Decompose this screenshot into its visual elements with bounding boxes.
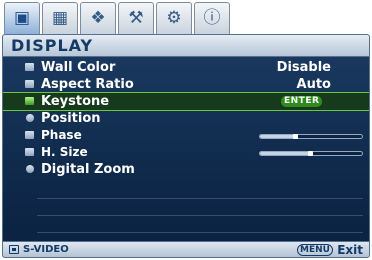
input-source-icon	[9, 245, 19, 254]
menu-item-wall-color[interactable]: Wall Color Disable	[3, 59, 369, 76]
menu-item-label: Keystone	[41, 94, 110, 109]
menu-item-value: Auto	[296, 77, 331, 92]
menu-key-hint[interactable]: MENU	[297, 244, 333, 256]
picture-icon: ▦	[51, 8, 69, 28]
tab-source[interactable]: ❖	[80, 2, 116, 34]
menu-item-label: H. Size	[41, 145, 88, 159]
menu-item-value: Disable	[276, 60, 331, 75]
page-title: DISPLAY	[11, 36, 94, 55]
divider	[37, 215, 363, 216]
slider-fill	[260, 152, 311, 155]
current-source: S-VIDEO	[23, 244, 69, 255]
digital-zoom-icon	[26, 165, 34, 173]
menu-item-aspect-ratio[interactable]: Aspect Ratio Auto	[3, 76, 369, 93]
tab-display[interactable]: ▣	[4, 2, 40, 34]
enter-button[interactable]: ENTER	[281, 96, 323, 107]
menu-item-label: Digital Zoom	[41, 162, 135, 177]
source-icon: ❖	[90, 8, 106, 28]
menu-panel: DISPLAY Wall Color Disable Aspect Ratio …	[2, 34, 370, 258]
display-icon: ▣	[13, 8, 31, 28]
exit-label[interactable]: Exit	[337, 243, 363, 257]
title-bar: DISPLAY	[3, 35, 369, 57]
menu-item-h-size[interactable]: H. Size	[3, 144, 369, 161]
h-size-icon	[25, 148, 34, 156]
slider-fill	[260, 135, 296, 138]
tab-picture[interactable]: ▦	[42, 2, 78, 34]
phase-icon	[25, 131, 34, 139]
wall-color-icon	[25, 63, 34, 71]
menu-item-label: Aspect Ratio	[41, 77, 134, 92]
status-bar: S-VIDEO MENU Exit	[3, 241, 369, 257]
divider	[37, 198, 363, 199]
divider	[37, 232, 363, 233]
menu-item-digital-zoom[interactable]: Digital Zoom	[3, 161, 369, 178]
menu-item-label: Position	[41, 111, 101, 126]
tab-advanced-settings[interactable]: ⚙	[156, 2, 192, 34]
slider-thumb[interactable]	[292, 134, 298, 139]
menu-item-position[interactable]: Position	[3, 110, 369, 127]
menu-item-label: Phase	[41, 128, 82, 142]
h-size-slider[interactable]	[259, 151, 363, 156]
aspect-ratio-icon	[25, 80, 34, 88]
phase-slider[interactable]	[259, 134, 363, 139]
menu-item-phase[interactable]: Phase	[3, 127, 369, 144]
menu-item-keystone[interactable]: Keystone ENTER	[3, 92, 369, 111]
menu-tabs: ▣ ▦ ❖ ⚒ ⚙ ⓘ	[4, 2, 232, 36]
slider-thumb[interactable]	[308, 151, 313, 156]
menu-list: Wall Color Disable Aspect Ratio Auto Key…	[3, 59, 369, 178]
menu-item-label: Wall Color	[41, 60, 116, 75]
keystone-icon	[25, 97, 34, 105]
settings-icon: ⚒	[128, 8, 144, 28]
information-icon: ⓘ	[203, 8, 221, 28]
tab-settings[interactable]: ⚒	[118, 2, 154, 34]
projector-osd: ▣ ▦ ❖ ⚒ ⚙ ⓘ DISPLAY Wall Color Disable A…	[0, 0, 372, 260]
position-icon	[26, 114, 34, 122]
tab-information[interactable]: ⓘ	[194, 2, 230, 34]
advanced-settings-icon: ⚙	[166, 8, 182, 28]
